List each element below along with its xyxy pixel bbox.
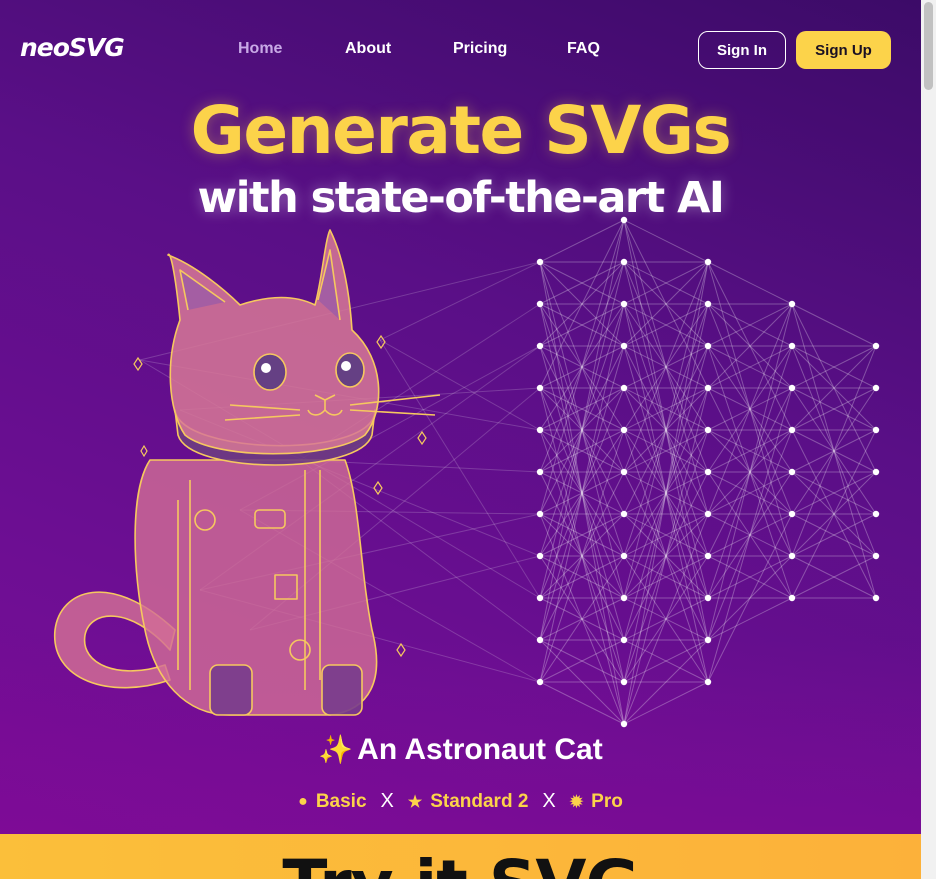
network-node: [704, 342, 712, 350]
network-node: [536, 426, 544, 434]
astronaut-cat-icon: [54, 229, 441, 716]
network-node: [620, 636, 628, 644]
network-node: [620, 342, 628, 350]
star-icon: ★: [407, 793, 423, 811]
network-node: [620, 678, 628, 686]
network-node: [788, 342, 796, 350]
tier-pro[interactable]: ✹ Pro: [570, 791, 623, 813]
network-node: [704, 636, 712, 644]
network-node: [788, 300, 796, 308]
brand-logo[interactable]: neoSVG: [20, 33, 125, 62]
network-node: [704, 468, 712, 476]
nav-link-faq[interactable]: FAQ: [567, 40, 600, 58]
network-node: [536, 636, 544, 644]
network-node: [872, 426, 880, 434]
tier-label: Standard 2: [430, 790, 529, 812]
network-node: [704, 678, 712, 686]
network-node: [620, 720, 628, 728]
hero-illustration: [54, 216, 880, 728]
network-node: [620, 426, 628, 434]
network-node: [872, 468, 880, 476]
network-node: [704, 594, 712, 602]
network-node: [536, 258, 544, 266]
sun-icon: ✹: [569, 793, 584, 811]
example-caption: ✨ An Astronaut Cat: [0, 733, 921, 767]
page-scrollbar[interactable]: [921, 0, 936, 879]
network-node: [620, 216, 628, 224]
network-node: [872, 594, 880, 602]
network-node: [536, 594, 544, 602]
sign-in-button[interactable]: Sign In: [698, 31, 786, 69]
network-node: [620, 552, 628, 560]
network-node: [704, 510, 712, 518]
network-node: [788, 552, 796, 560]
dot-icon: ●: [298, 792, 308, 810]
page-viewport: neoSVG Home About Pricing FAQ Sign In Si…: [0, 0, 921, 879]
network-node: [872, 342, 880, 350]
network-node: [788, 426, 796, 434]
network-node: [620, 510, 628, 518]
network-node: [872, 552, 880, 560]
network-node: [704, 426, 712, 434]
network-node: [536, 468, 544, 476]
network-node: [872, 510, 880, 518]
network-node: [788, 468, 796, 476]
network-node: [788, 510, 796, 518]
nav-link-pricing[interactable]: Pricing: [453, 40, 507, 58]
tier-separator: X: [380, 790, 394, 812]
network-node: [536, 552, 544, 560]
network-node: [788, 594, 796, 602]
tier-separator: X: [542, 790, 556, 812]
network-node: [704, 258, 712, 266]
nav-link-home[interactable]: Home: [238, 40, 282, 58]
network-node: [620, 468, 628, 476]
network-node: [704, 300, 712, 308]
network-node: [536, 300, 544, 308]
network-node: [620, 384, 628, 392]
network-node: [788, 384, 796, 392]
network-node: [536, 342, 544, 350]
tier-standard[interactable]: ★ Standard 2: [408, 791, 529, 813]
network-node: [704, 384, 712, 392]
network-node: [704, 552, 712, 560]
nav-link-about[interactable]: About: [345, 40, 391, 58]
network-node: [536, 678, 544, 686]
caption-text: An Astronaut Cat: [357, 733, 603, 766]
tier-label: Basic: [315, 790, 367, 812]
section-title: Try it SVG: [0, 852, 921, 879]
sparkles-icon: ✨: [318, 734, 354, 765]
hero-section: neoSVG Home About Pricing FAQ Sign In Si…: [0, 0, 921, 834]
network-node: [872, 384, 880, 392]
network-node: [536, 384, 544, 392]
tier-label: Pro: [591, 790, 623, 812]
network-node: [620, 258, 628, 266]
network-node: [620, 594, 628, 602]
network-node: [620, 300, 628, 308]
sign-up-button[interactable]: Sign Up: [796, 31, 891, 69]
try-it-section: Try it SVG: [0, 834, 921, 879]
hero-title: Generate SVGs: [190, 92, 732, 169]
network-node: [536, 510, 544, 518]
scrollbar-thumb[interactable]: [924, 2, 933, 90]
model-tiers: ● Basic X ★ Standard 2 X ✹ Pro: [0, 790, 921, 813]
tier-basic[interactable]: ● Basic: [298, 791, 366, 813]
